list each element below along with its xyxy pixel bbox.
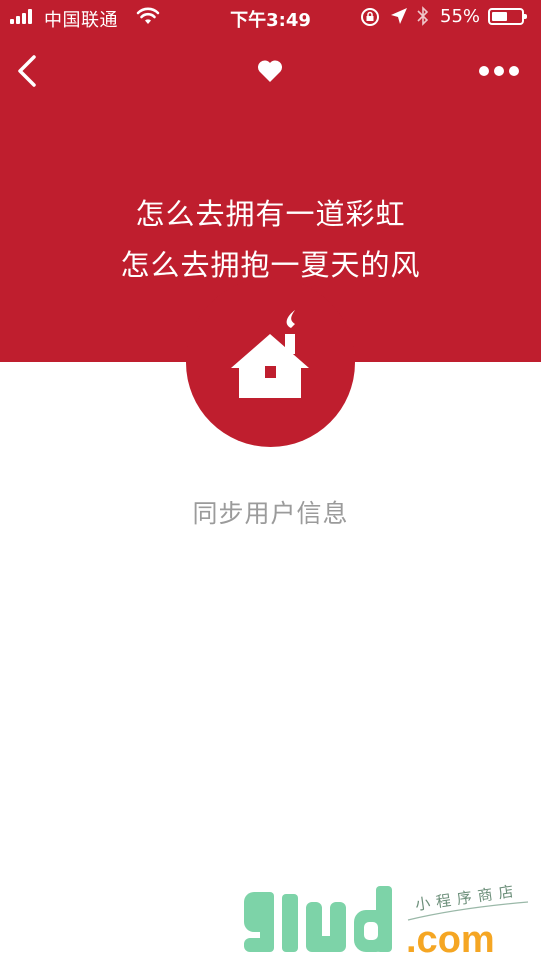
bluetooth-icon [417,6,429,26]
battery-fill [492,12,507,21]
house-icon [231,310,309,398]
location-arrow-icon [391,8,407,24]
heart-icon[interactable] [257,59,283,83]
watermark-domain: .com [406,919,495,960]
sync-user-info-label[interactable]: 同步用户信息 [192,499,348,528]
glud-watermark-logo: .com 小程序商店 [244,882,529,960]
battery-icon [488,8,527,25]
rotation-lock-icon [361,8,379,26]
sync-user-info-button[interactable]: 同步用户信息 [0,494,541,530]
battery-percent: 55% [440,6,481,27]
hero-title-line-1: 怎么去拥有一道彩虹 [135,197,406,231]
back-arrow-icon[interactable] [14,54,40,88]
status-bar: 中国联通 下午3:49 55% [0,0,541,36]
more-dots-icon[interactable] [478,64,520,78]
